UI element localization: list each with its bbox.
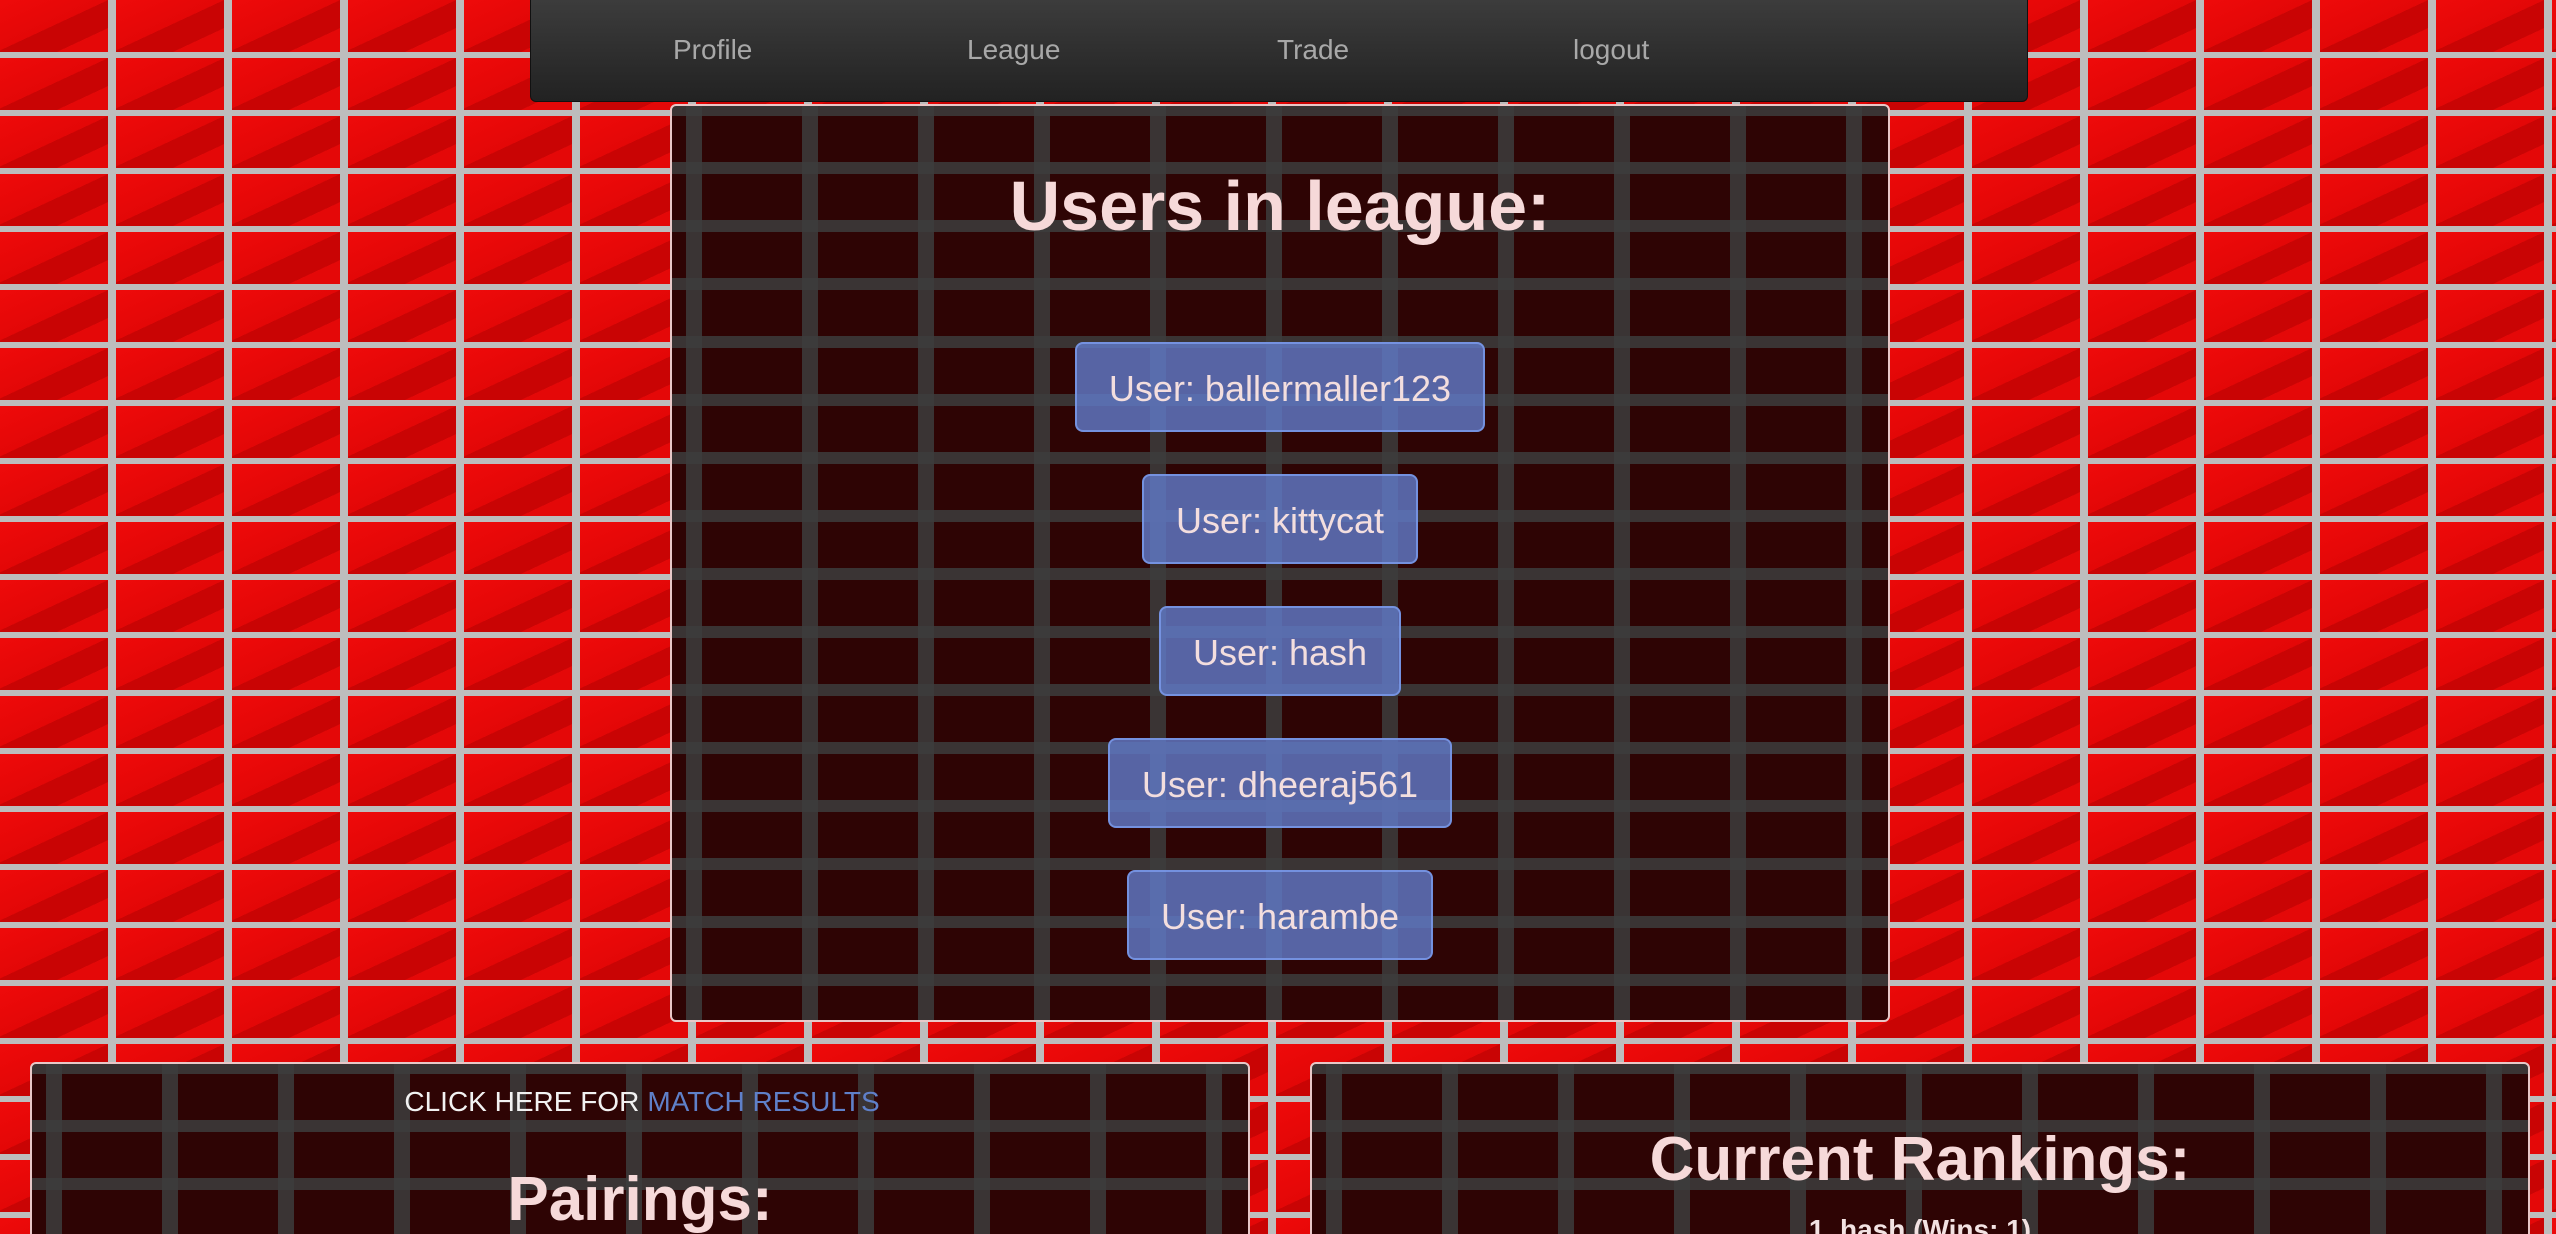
league-users-panel: Users in league: User: ballermaller123 U… xyxy=(670,104,1890,1022)
nav-profile-link[interactable]: Profile xyxy=(673,34,752,66)
match-results-link[interactable]: MATCH RESULTS xyxy=(647,1086,879,1117)
top-navbar: Profile League Trade logout xyxy=(530,0,2028,102)
pairings-title: Pairings: xyxy=(507,1165,773,1234)
league-users-title: Users in league: xyxy=(1009,167,1551,245)
user-button-kittycat[interactable]: User: kittycat xyxy=(1141,474,1419,564)
ranking-item: 1. hash (Wins: 1) xyxy=(1808,1214,2032,1234)
user-button-dheeraj561[interactable]: User: dheeraj561 xyxy=(1107,738,1453,828)
pairings-panel: CLICK HERE FOR MATCH RESULTS Pairings: xyxy=(30,1062,1250,1234)
match-results-line: CLICK HERE FOR MATCH RESULTS xyxy=(32,1086,1248,1118)
league-user-list: User: ballermaller123 User: kittycat Use… xyxy=(672,342,1888,1002)
nav-trade-link[interactable]: Trade xyxy=(1277,34,1349,66)
rankings-panel: Current Rankings: 1. hash (Wins: 1) xyxy=(1310,1062,2530,1234)
rankings-title: Current Rankings: xyxy=(1649,1125,2191,1194)
user-button-ballermaller123[interactable]: User: ballermaller123 xyxy=(1074,342,1486,432)
user-button-harambe[interactable]: User: harambe xyxy=(1126,870,1434,960)
nav-league-link[interactable]: League xyxy=(967,34,1060,66)
match-results-prefix: CLICK HERE FOR xyxy=(404,1086,640,1117)
nav-logout-link[interactable]: logout xyxy=(1573,34,1649,66)
user-button-hash[interactable]: User: hash xyxy=(1158,606,1402,696)
